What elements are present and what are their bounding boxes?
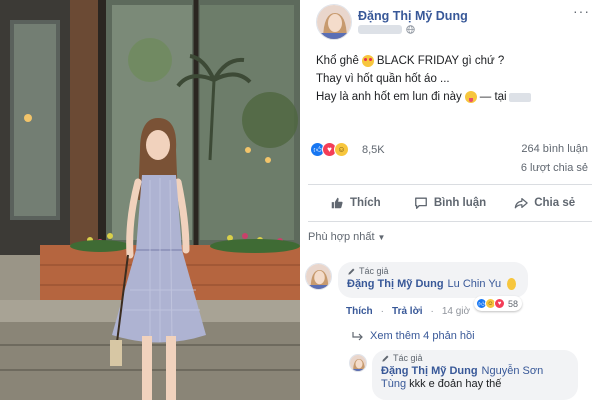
view-more-replies-link[interactable]: Xem thêm 4 phản hồi	[352, 330, 475, 342]
share-icon	[514, 198, 528, 209]
reply-avatar[interactable]	[349, 354, 367, 372]
separator-dot: ·	[430, 306, 434, 317]
comment-sort-dropdown[interactable]: Phù hợp nhất ▼	[308, 231, 385, 243]
pencil-icon	[382, 355, 389, 362]
post-line-text: Thay vì hốt quần hốt áo ...	[316, 73, 450, 85]
author-badge: Tác giả	[381, 353, 569, 363]
more-options-icon[interactable]: ···	[573, 4, 590, 18]
caret-down-icon: ▼	[377, 232, 386, 242]
share-button-label: Chia sẻ	[534, 197, 576, 209]
comment-content: Đặng Thị Mỹ Dung Lu Chin Yu	[347, 278, 519, 290]
post-timestamp-blurred[interactable]	[358, 25, 402, 34]
author-badge-label: Tác giả	[359, 266, 389, 276]
post-line-text: Khổ ghê	[316, 55, 359, 67]
love-icon: ♥	[494, 298, 505, 309]
avatar-image	[317, 5, 351, 39]
post-text: Khổ ghê BLACK FRIDAY gì chứ ? Thay vì hố…	[316, 52, 588, 106]
photo-illustration	[0, 0, 300, 400]
sort-label: Phù hợp nhất	[308, 231, 375, 243]
post-action-bar: Thích Bình luận Chia sẻ	[308, 188, 592, 218]
grimace-emoji	[507, 278, 516, 290]
post-header: Đặng Thị Mỹ Dung	[308, 2, 596, 42]
view-more-replies-label: Xem thêm 4 phản hồi	[370, 330, 475, 342]
reply-text: kkk e đoản hay thế	[409, 378, 502, 390]
post-line: Khổ ghê BLACK FRIDAY gì chứ ?	[316, 52, 588, 70]
comment-button-label: Bình luận	[433, 197, 487, 209]
post-line-text: Hay là anh hốt em lun đi này	[316, 91, 462, 103]
reply-content-line2: Tùng kkk e đoản hay thế	[381, 378, 569, 390]
heart-eyes-emoji	[361, 55, 374, 67]
comment-time[interactable]: 14 giờ	[442, 306, 470, 317]
reply-arrow-icon	[352, 332, 363, 341]
comment-button[interactable]: Bình luận	[403, 188, 498, 218]
reply-tag-cont[interactable]: Tùng	[381, 378, 406, 390]
post-meta	[358, 25, 415, 34]
thumbs-up-icon	[331, 197, 343, 209]
reply-tag[interactable]: Nguyễn Sơn	[482, 365, 544, 377]
post-author-name[interactable]: Đặng Thị Mỹ Dung	[358, 9, 468, 23]
comment-bubble: Tác giả Đặng Thị Mỹ Dung Lu Chin Yu	[338, 262, 528, 298]
comment-icon	[414, 197, 427, 209]
comment-actions: Thích · Trả lời · 14 giờ	[346, 306, 470, 317]
like-button[interactable]: Thích	[308, 188, 403, 218]
author-avatar[interactable]	[316, 4, 352, 40]
comment-reply-link[interactable]: Trả lời	[392, 306, 422, 317]
comment-reaction-summary[interactable]: 👍︎ ☺ ♥ 58	[474, 296, 523, 311]
reaction-count[interactable]: 8,5K	[362, 144, 385, 156]
reply-content: Đặng Thị Mỹ Dung Nguyễn Sơn	[381, 365, 569, 377]
reaction-icons[interactable]: 👍︎ ♥ ☺	[310, 142, 349, 157]
divider	[308, 184, 592, 185]
like-button-label: Thích	[350, 197, 381, 209]
comment-count[interactable]: 264 bình luận	[521, 143, 588, 155]
separator-dot: ·	[380, 306, 385, 317]
author-badge-label: Tác giả	[393, 353, 423, 363]
post-reactions-row: 👍︎ ♥ ☺ 8,5K 264 bình luận 6 lượt chia sẻ	[310, 140, 592, 174]
comment-like-link[interactable]: Thích	[346, 306, 373, 317]
post-photo[interactable]	[0, 0, 300, 400]
share-count[interactable]: 6 lượt chia sẻ	[521, 162, 588, 174]
tongue-emoji	[464, 91, 477, 103]
pencil-icon	[348, 268, 355, 275]
post-line: Thay vì hốt quần hốt áo ...	[316, 70, 588, 88]
post-line: Hay là anh hốt em lun đi này — tại	[316, 88, 588, 106]
divider	[308, 221, 592, 222]
reply-bubble: Tác giả Đặng Thị Mỹ Dung Nguyễn Sơn Tùng…	[372, 350, 578, 400]
comment-reaction-count: 58	[508, 298, 519, 309]
comment-tag[interactable]: Lu Chin Yu	[448, 278, 502, 290]
reply-author-name[interactable]: Đặng Thị Mỹ Dung	[381, 365, 478, 377]
author-badge: Tác giả	[347, 266, 519, 276]
globe-icon	[406, 25, 415, 34]
comment-avatar[interactable]	[305, 263, 332, 290]
haha-icon: ☺	[334, 142, 349, 157]
location-blurred[interactable]	[508, 92, 531, 102]
share-button[interactable]: Chia sẻ	[497, 188, 592, 218]
comment-author-name[interactable]: Đặng Thị Mỹ Dung	[347, 278, 444, 290]
post-line-text: — tại	[479, 91, 507, 103]
post-line-text: BLACK FRIDAY gì chứ ?	[376, 55, 505, 67]
